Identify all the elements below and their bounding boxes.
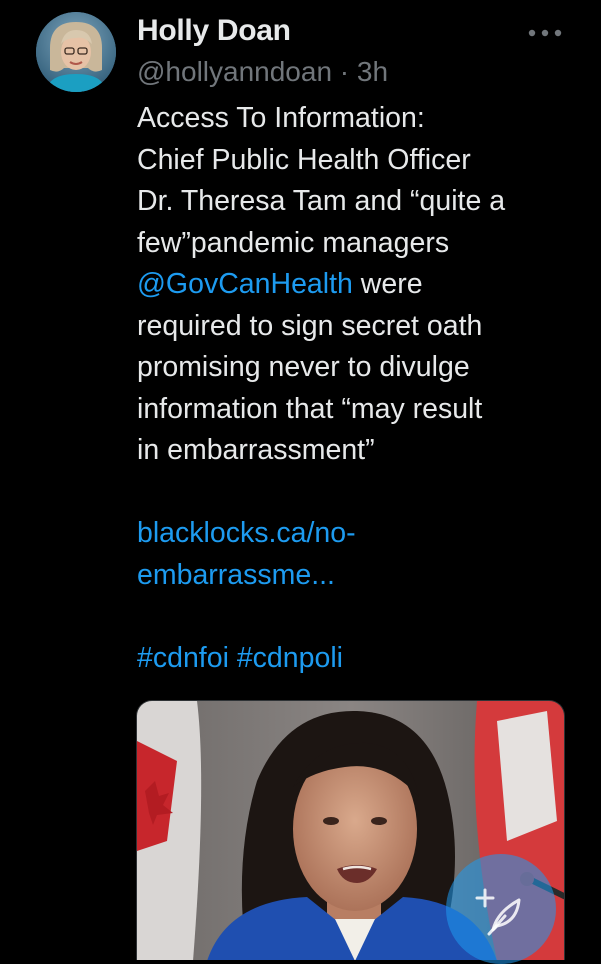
hashtag-link[interactable]: #cdnpoli — [237, 642, 343, 674]
tweet-timestamp[interactable]: 3h — [357, 56, 388, 87]
tweet-text-line: required to sign secret oath — [137, 309, 483, 342]
tweet-text-line: in embarrassment” — [137, 434, 375, 466]
compose-tweet-icon — [475, 888, 521, 936]
meta-separator: · — [332, 56, 357, 87]
tweet-text-line: information that “may result — [137, 392, 483, 425]
tweet-text-line: @GovCanHealth were — [137, 264, 577, 306]
tweet-text: Access To Information: Chief Public Heal… — [137, 98, 577, 679]
avatar[interactable] — [36, 12, 116, 92]
tweet-text-fragment: were — [352, 268, 423, 300]
more-options-button[interactable] — [526, 26, 566, 40]
tweet-text-line: Chief Public Health Officer — [137, 143, 471, 176]
tweet[interactable]: Holly Doan @hollyanndoan · 3h Access To … — [0, 0, 601, 964]
url-link[interactable]: blacklocks.ca/no- — [137, 513, 577, 555]
tweet-meta: @hollyanndoan · 3h — [137, 56, 388, 88]
author-name[interactable]: Holly Doan — [137, 14, 291, 48]
tweet-text-line: Access To Information: — [137, 102, 425, 134]
more-horizontal-icon — [528, 29, 562, 37]
hashtags: #cdnfoi #cdnpoli — [137, 638, 577, 680]
tweet-text-line: few”pandemic managers — [137, 226, 450, 259]
hashtag-link[interactable]: #cdnfoi — [137, 642, 229, 674]
author-handle[interactable]: @hollyanndoan — [137, 56, 332, 87]
tweet-text-line: Dr. Theresa Tam and “quite a — [137, 185, 506, 217]
mention-link[interactable]: @GovCanHealth — [137, 268, 353, 300]
tweet-text-line: promising never to divulge — [137, 351, 470, 383]
url-link-continued[interactable]: embarrassme... — [137, 555, 577, 597]
